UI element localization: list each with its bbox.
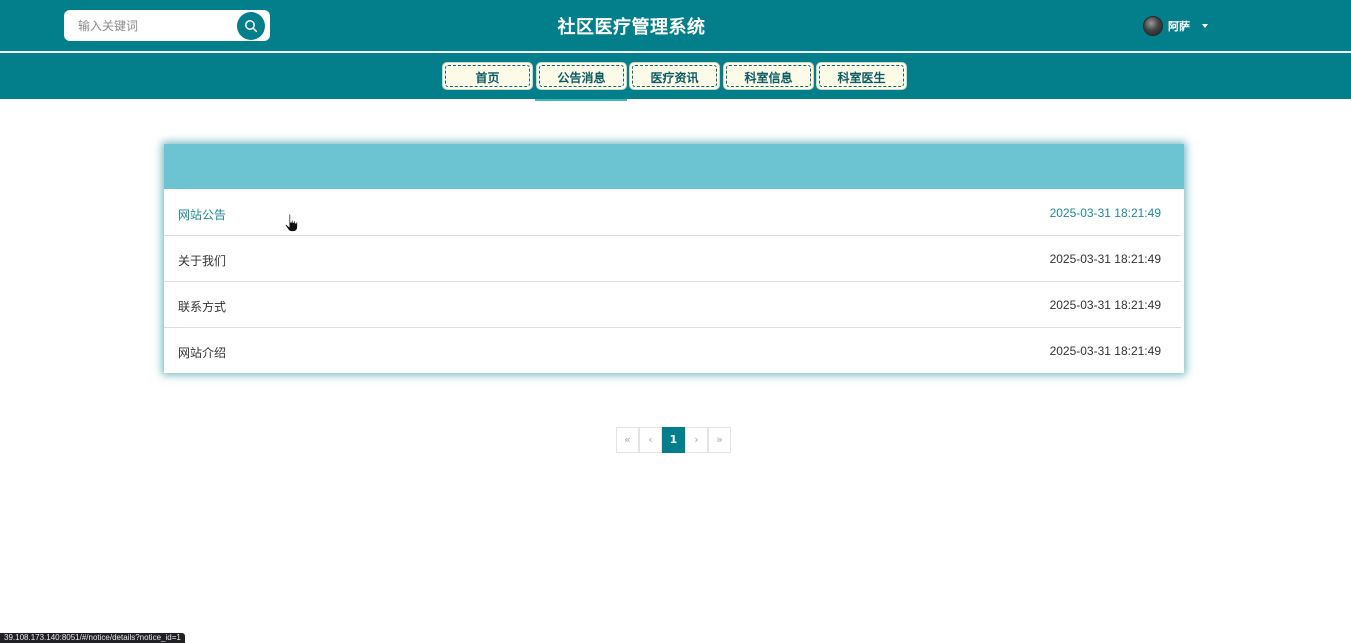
nav-item-label: 公告消息 (557, 71, 606, 85)
top-header: 社区医疗管理系统 阿萨 (0, 0, 1351, 52)
notice-title[interactable]: 网站公告 (178, 206, 226, 223)
notice-row[interactable]: 关于我们 2025-03-31 18:21:49 (164, 236, 1181, 282)
notice-title[interactable]: 网站介绍 (178, 344, 226, 361)
page-next-button[interactable]: › (685, 427, 708, 453)
page-first-button[interactable]: « (616, 427, 639, 453)
notice-list-card: 网站公告 2025-03-31 18:21:49 关于我们 2025-03-31… (164, 144, 1184, 373)
nav-item-departments[interactable]: 科室信息 (723, 62, 814, 90)
nav-item-notices[interactable]: 公告消息 (536, 62, 627, 90)
notice-title[interactable]: 联系方式 (178, 298, 226, 315)
nav-item-label: 科室医生 (837, 71, 886, 85)
caret-down-icon[interactable] (1202, 24, 1208, 28)
status-bar-url: 39.108.173.140:8051/#/notice/details?not… (0, 633, 185, 643)
nav-item-label: 医疗资讯 (650, 71, 699, 85)
notice-row[interactable]: 网站公告 2025-03-31 18:21:49 (164, 190, 1181, 236)
notice-time: 2025-03-31 18:21:49 (1049, 344, 1161, 358)
nav-item-medical-news[interactable]: 医疗资讯 (629, 62, 720, 90)
notice-title[interactable]: 关于我们 (178, 252, 226, 269)
nav-item-label: 科室信息 (744, 71, 793, 85)
nav-item-doctors[interactable]: 科室医生 (816, 62, 907, 90)
card-header (164, 144, 1184, 189)
notice-time: 2025-03-31 18:21:49 (1049, 252, 1161, 266)
page-last-button[interactable]: » (708, 427, 731, 453)
page-prev-button[interactable]: ‹ (639, 427, 662, 453)
main-nav: 首页 公告消息 医疗资讯 科室信息 科室医生 (0, 53, 1351, 99)
username[interactable]: 阿萨 (1168, 18, 1190, 34)
notice-time: 2025-03-31 18:21:49 (1049, 206, 1161, 220)
nav-item-home[interactable]: 首页 (442, 62, 533, 90)
page-current-button[interactable]: 1 (662, 427, 685, 453)
site-title: 社区医疗管理系统 (557, 17, 706, 38)
notice-row[interactable]: 网站介绍 2025-03-31 18:21:49 (164, 328, 1181, 374)
nav-item-label: 首页 (475, 71, 500, 85)
notice-row[interactable]: 联系方式 2025-03-31 18:21:49 (164, 282, 1181, 328)
avatar[interactable] (1143, 16, 1163, 36)
active-nav-indicator (535, 99, 627, 101)
notice-time: 2025-03-31 18:21:49 (1049, 298, 1161, 312)
hand-pointer-icon (284, 213, 299, 233)
